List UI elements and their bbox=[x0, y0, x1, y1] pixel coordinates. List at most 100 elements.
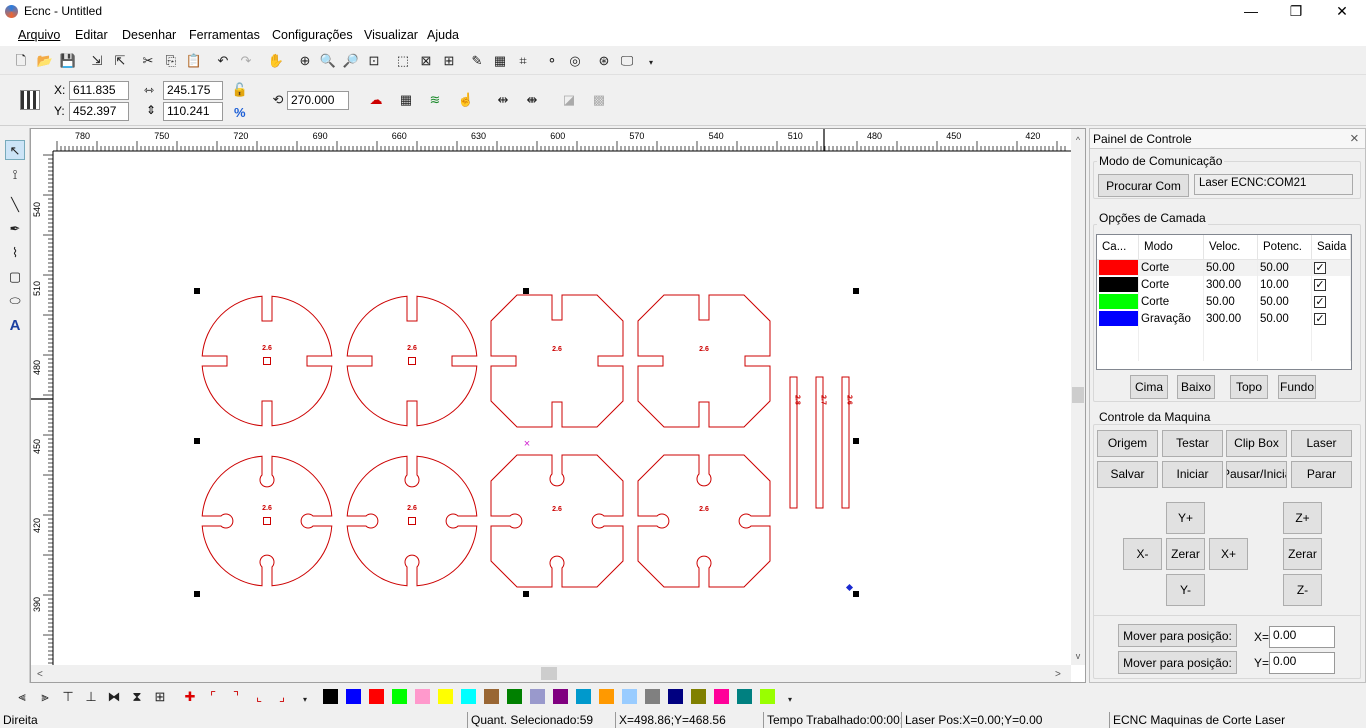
test-button[interactable]: Testar bbox=[1162, 430, 1223, 457]
palette-swatch[interactable] bbox=[645, 689, 660, 704]
bottom-more-icon[interactable]: ▾ bbox=[295, 690, 315, 710]
align-top-icon[interactable]: ⊤ bbox=[58, 687, 78, 707]
layer-output-checkbox[interactable]: ✓ bbox=[1314, 261, 1326, 274]
close-button[interactable]: ✕ bbox=[1319, 0, 1365, 24]
palette-more-icon[interactable]: ▾ bbox=[780, 690, 800, 710]
palette-swatch[interactable] bbox=[415, 689, 430, 704]
palette-swatch[interactable] bbox=[438, 689, 453, 704]
jog-x-plus-button[interactable]: X+ bbox=[1209, 538, 1248, 570]
break-icon[interactable]: ⊞ bbox=[439, 51, 459, 71]
align-center-h-icon[interactable]: ⧓ bbox=[104, 687, 124, 707]
layer-up-button[interactable]: Cima bbox=[1130, 375, 1168, 399]
layer-top-button[interactable]: Topo bbox=[1230, 375, 1268, 399]
align-left-icon[interactable]: ⫷ bbox=[12, 687, 32, 707]
export-icon[interactable]: ⇱ bbox=[110, 51, 130, 71]
align-disabled-icon[interactable]: ◪ bbox=[559, 90, 579, 110]
toolbar-more-icon[interactable]: ▾ bbox=[641, 53, 661, 73]
new-file-icon[interactable]: 🗋 bbox=[11, 51, 31, 71]
save-icon[interactable]: 💾 bbox=[58, 51, 78, 71]
jog-x-minus-button[interactable]: X- bbox=[1123, 538, 1162, 570]
grid-icon[interactable]: ▦ bbox=[396, 90, 416, 110]
undo-icon[interactable]: ↶ bbox=[213, 51, 233, 71]
zoom-icon[interactable]: 🔍 bbox=[318, 51, 338, 71]
col-color[interactable]: Ca... bbox=[1097, 235, 1139, 260]
palette-swatch[interactable] bbox=[530, 689, 545, 704]
menu-configuracoes[interactable]: Configurações bbox=[272, 28, 353, 42]
align-center-v-icon[interactable]: ⧗ bbox=[127, 687, 147, 707]
pen-icon[interactable]: ✒ bbox=[5, 219, 25, 239]
col-speed[interactable]: Veloc. bbox=[1203, 235, 1258, 260]
center-origin-icon[interactable]: ✚ bbox=[180, 687, 200, 707]
x-position-input[interactable]: 611.835 bbox=[69, 81, 129, 100]
pattern-disabled-icon[interactable]: ▩ bbox=[589, 90, 609, 110]
menu-ferramentas[interactable]: Ferramentas bbox=[189, 28, 260, 42]
palette-swatch[interactable] bbox=[323, 689, 338, 704]
layer-row[interactable]: Corte 50.00 50.00 ✓ bbox=[1097, 259, 1351, 276]
palette-swatch[interactable] bbox=[553, 689, 568, 704]
layer-row[interactable]: Corte 50.00 50.00 ✓ bbox=[1097, 293, 1351, 310]
palette-swatch[interactable] bbox=[737, 689, 752, 704]
jog-y-plus-button[interactable]: Y+ bbox=[1166, 502, 1205, 534]
layer-output-checkbox[interactable]: ✓ bbox=[1314, 312, 1326, 325]
zoom-in-icon[interactable]: ⊕ bbox=[295, 51, 315, 71]
minimize-button[interactable]: — bbox=[1228, 0, 1274, 24]
origin-top-right-icon[interactable]: ⌝ bbox=[226, 687, 246, 707]
hand-tool-icon[interactable]: ☝ bbox=[456, 90, 476, 110]
path-icon[interactable]: ⌗ bbox=[513, 51, 533, 71]
search-port-button[interactable]: Procurar Com bbox=[1098, 174, 1189, 197]
bezier-icon[interactable]: ⌇ bbox=[5, 243, 25, 263]
stop-button[interactable]: Parar bbox=[1291, 461, 1352, 488]
rectangle-icon[interactable]: ▢ bbox=[5, 267, 25, 287]
palette-swatch[interactable] bbox=[461, 689, 476, 704]
redo-icon[interactable]: ↷ bbox=[236, 51, 256, 71]
distribute-icon[interactable]: ⊞ bbox=[150, 687, 170, 707]
palette-swatch[interactable] bbox=[346, 689, 361, 704]
layer-row[interactable]: Corte 300.00 10.00 ✓ bbox=[1097, 276, 1351, 293]
select-box-icon[interactable]: ⬚ bbox=[393, 51, 413, 71]
move-to-x-button[interactable]: Mover para posição: bbox=[1118, 624, 1237, 647]
col-mode[interactable]: Modo bbox=[1138, 235, 1204, 260]
layer-table[interactable]: Ca... Modo Veloc. Potenc. Saida Corte 50… bbox=[1096, 234, 1352, 370]
mirror-v-icon[interactable]: ⇼ bbox=[522, 90, 542, 110]
layer-output-checkbox[interactable]: ✓ bbox=[1314, 295, 1326, 308]
move-x-input[interactable]: 0.00 bbox=[1269, 626, 1335, 648]
mirror-h-icon[interactable]: ⇹ bbox=[493, 90, 513, 110]
cloud-icon[interactable]: ☁ bbox=[366, 90, 386, 110]
palette-swatch[interactable] bbox=[668, 689, 683, 704]
laser-button[interactable]: Laser bbox=[1291, 430, 1352, 457]
jog-z-minus-button[interactable]: Z- bbox=[1283, 574, 1322, 606]
menu-desenhar[interactable]: Desenhar bbox=[122, 28, 176, 42]
jog-y-minus-button[interactable]: Y- bbox=[1166, 574, 1205, 606]
origin-bottom-right-icon[interactable]: ⌟ bbox=[272, 687, 292, 707]
width-input[interactable]: 245.175 bbox=[163, 81, 223, 100]
menu-arquivo[interactable]: Arquivo bbox=[18, 28, 60, 42]
col-power[interactable]: Potenc. bbox=[1257, 235, 1312, 260]
rotation-input[interactable]: 270.000 bbox=[287, 91, 349, 110]
palette-swatch[interactable] bbox=[484, 689, 499, 704]
layer-bottom-button[interactable]: Fundo bbox=[1278, 375, 1316, 399]
origin-button[interactable]: Origem bbox=[1097, 430, 1158, 457]
move-y-input[interactable]: 0.00 bbox=[1269, 652, 1335, 674]
jog-z-plus-button[interactable]: Z+ bbox=[1283, 502, 1322, 534]
height-input[interactable]: 110.241 bbox=[163, 102, 223, 121]
text-tool-icon[interactable]: A bbox=[5, 316, 25, 336]
menu-visualizar[interactable]: Visualizar bbox=[364, 28, 418, 42]
origin-bottom-left-icon[interactable]: ⌞ bbox=[249, 687, 269, 707]
target-icon[interactable]: ◎ bbox=[565, 51, 585, 71]
jog-z-zero-button[interactable]: Zerar bbox=[1283, 538, 1322, 570]
palette-swatch[interactable] bbox=[369, 689, 384, 704]
maximize-button[interactable]: ❐ bbox=[1273, 0, 1319, 24]
move-to-y-button[interactable]: Mover para posição: bbox=[1118, 651, 1237, 674]
paste-icon[interactable]: 📋 bbox=[184, 51, 204, 71]
menu-editar[interactable]: Editar bbox=[75, 28, 108, 42]
palette-swatch[interactable] bbox=[622, 689, 637, 704]
monitor-icon[interactable]: 🖵 bbox=[617, 51, 637, 71]
palette-swatch[interactable] bbox=[599, 689, 614, 704]
node-edit-icon[interactable]: ⟟ bbox=[5, 165, 25, 185]
menu-ajuda[interactable]: Ajuda bbox=[427, 28, 459, 42]
palette-swatch[interactable] bbox=[691, 689, 706, 704]
drawing-canvas[interactable]: 780 750 720 690 660 630 600 570 540 510 480 450 420 5… bbox=[30, 128, 1086, 683]
ungroup-icon[interactable]: ⊠ bbox=[416, 51, 436, 71]
layer-row[interactable]: Gravação 300.00 50.00 ✓ bbox=[1097, 310, 1351, 327]
center-icon[interactable]: ⊛ bbox=[594, 51, 614, 71]
